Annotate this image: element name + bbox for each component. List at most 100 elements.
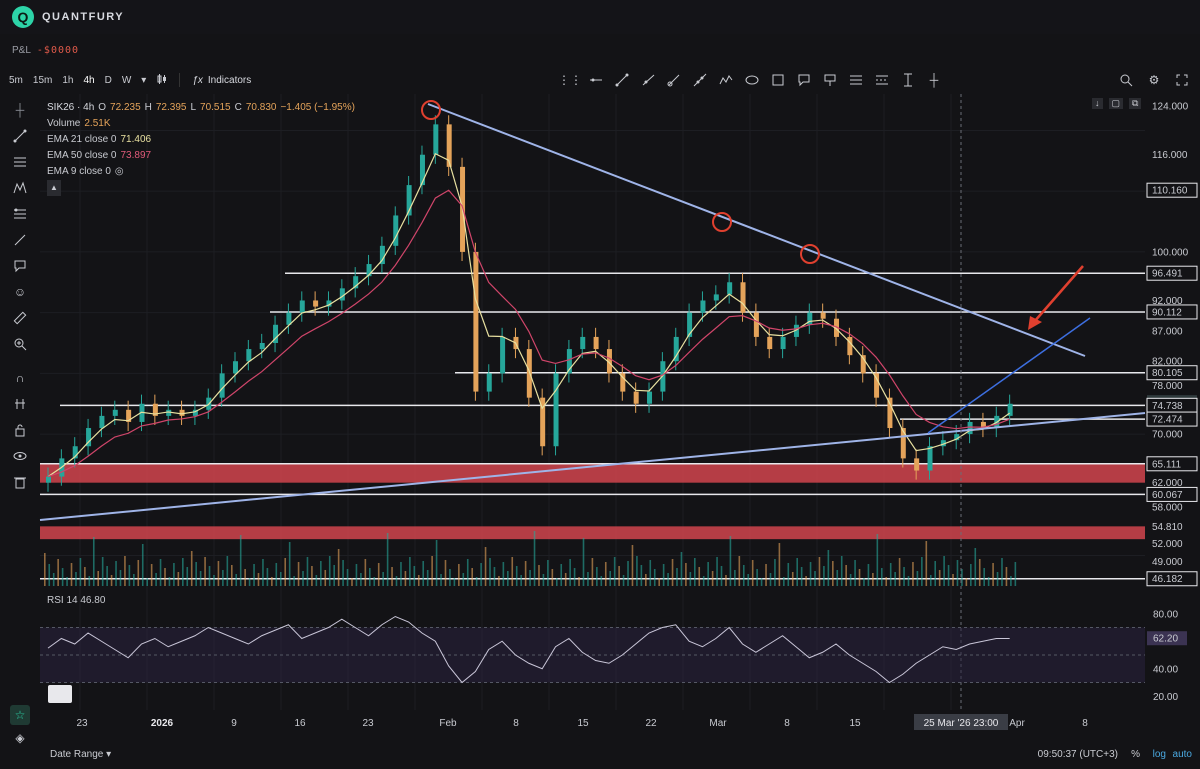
volume-bar (244, 569, 246, 586)
low-label: L (190, 102, 197, 113)
volume-bar (658, 578, 660, 586)
candle-body (112, 409, 118, 416)
volume-bar (1010, 576, 1012, 586)
volume-bar (360, 573, 362, 586)
price-axis-tick: 80.105 (1152, 368, 1183, 379)
open-label: O (98, 102, 107, 113)
volume-bar (253, 564, 255, 586)
volume-bar (662, 564, 665, 586)
candle-body (553, 373, 559, 447)
volume-bar (872, 573, 874, 586)
volume-bar (809, 562, 812, 586)
collapse-legend-button[interactable]: ▲ (47, 180, 355, 196)
volume-bar (61, 568, 64, 586)
time-axis-tick: 8 (1082, 718, 1088, 729)
volume-bar (502, 562, 505, 586)
price-axis-tick: 87.000 (1152, 326, 1183, 337)
volume-bar (832, 561, 834, 586)
volume-bar (978, 559, 981, 586)
close-label: C (234, 102, 242, 113)
volume-bar (573, 568, 576, 586)
volume-bar (475, 577, 478, 586)
volume-bar (168, 577, 171, 586)
candle-body (820, 312, 826, 319)
volume-bar (449, 569, 451, 586)
candle-body (647, 391, 653, 404)
volume-bar (858, 569, 861, 586)
volume-bar (1001, 558, 1003, 586)
volume-bar (391, 567, 393, 586)
ema50-value: 73.897 (120, 150, 152, 161)
annotation-arrow (1033, 265, 1084, 323)
volume-bar (840, 556, 843, 586)
volume-bar (257, 573, 260, 586)
candle-body (179, 409, 185, 416)
price-axis-tick: 46.182 (1152, 574, 1183, 585)
volume-bar (208, 566, 211, 586)
price-axis-tick: 116.000 (1152, 150, 1188, 161)
volume-bar (742, 565, 745, 586)
volume-bar (649, 560, 652, 586)
ema21-row: EMA 21 close 0 71.406 (47, 132, 355, 148)
volume-bar (903, 567, 905, 586)
volume-bar (297, 562, 300, 586)
candle-body (580, 336, 586, 350)
volume-bar (119, 570, 122, 586)
percent-toggle[interactable]: % (1131, 749, 1140, 760)
volume-bar (328, 556, 331, 586)
volume-bar (333, 565, 335, 586)
ema21-value: 71.406 (120, 134, 152, 145)
low-value: 70.515 (200, 102, 231, 113)
volume-bar (262, 559, 264, 586)
hidden-eye-icon[interactable]: ◎ (115, 164, 124, 180)
volume-bar (311, 566, 313, 586)
volume-bar (458, 564, 460, 586)
volume-bar (569, 559, 571, 586)
price-axis-tick: 58.000 (1152, 502, 1183, 513)
volume-bar (667, 573, 669, 586)
time-axis-tick: Apr (1009, 718, 1025, 729)
volume-bar (235, 574, 238, 586)
volume-bar (115, 561, 117, 586)
date-range-button[interactable]: Date Range ▾ (50, 749, 111, 760)
volume-bar (805, 576, 807, 586)
price-axis-tick: 70.000 (1152, 430, 1183, 441)
volume-bar (137, 560, 140, 586)
volume-bar (493, 567, 496, 586)
supply-demand-zone (40, 526, 1145, 540)
price-axis-tick: 110.160 (1152, 186, 1188, 197)
volume-bar (551, 569, 554, 586)
volume-bar (921, 557, 923, 586)
volume-bar (471, 568, 473, 586)
volume-bar (987, 577, 990, 586)
volume-bar (769, 573, 772, 586)
candle-body (259, 343, 265, 350)
candle-body (313, 300, 319, 307)
volume-bar (106, 566, 108, 586)
volume-bar (582, 538, 585, 586)
volume-bar (751, 560, 754, 586)
volume-bar (213, 575, 215, 586)
time-axis-tick: 15 (849, 718, 861, 729)
volume-bar (863, 578, 865, 586)
volume-bar (698, 567, 701, 586)
rsi-axis-tick: 20.00 (1153, 692, 1178, 703)
volume-bar (515, 566, 518, 586)
ema9-row: EMA 9 close 0 ◎ (47, 164, 355, 180)
volume-bar (382, 572, 384, 586)
rsi-axis-tick: 40.00 (1153, 664, 1178, 675)
time-axis-tick: Mar (709, 718, 727, 729)
volume-bar (671, 559, 674, 586)
volume-bar (925, 541, 928, 586)
volume-bar (409, 557, 411, 586)
volume-bar (266, 568, 269, 586)
volume-bar (725, 575, 727, 586)
volume-bar (645, 574, 647, 586)
volume-bar (320, 561, 322, 586)
log-toggle[interactable]: log (1153, 749, 1166, 760)
ema50-label: EMA 50 close 0 (47, 150, 117, 161)
volume-label: Volume (47, 118, 81, 129)
volume-bar (498, 576, 500, 586)
crosshair-time-label: 25 Mar '26 23:00 (924, 718, 999, 729)
auto-toggle[interactable]: auto (1173, 749, 1192, 760)
